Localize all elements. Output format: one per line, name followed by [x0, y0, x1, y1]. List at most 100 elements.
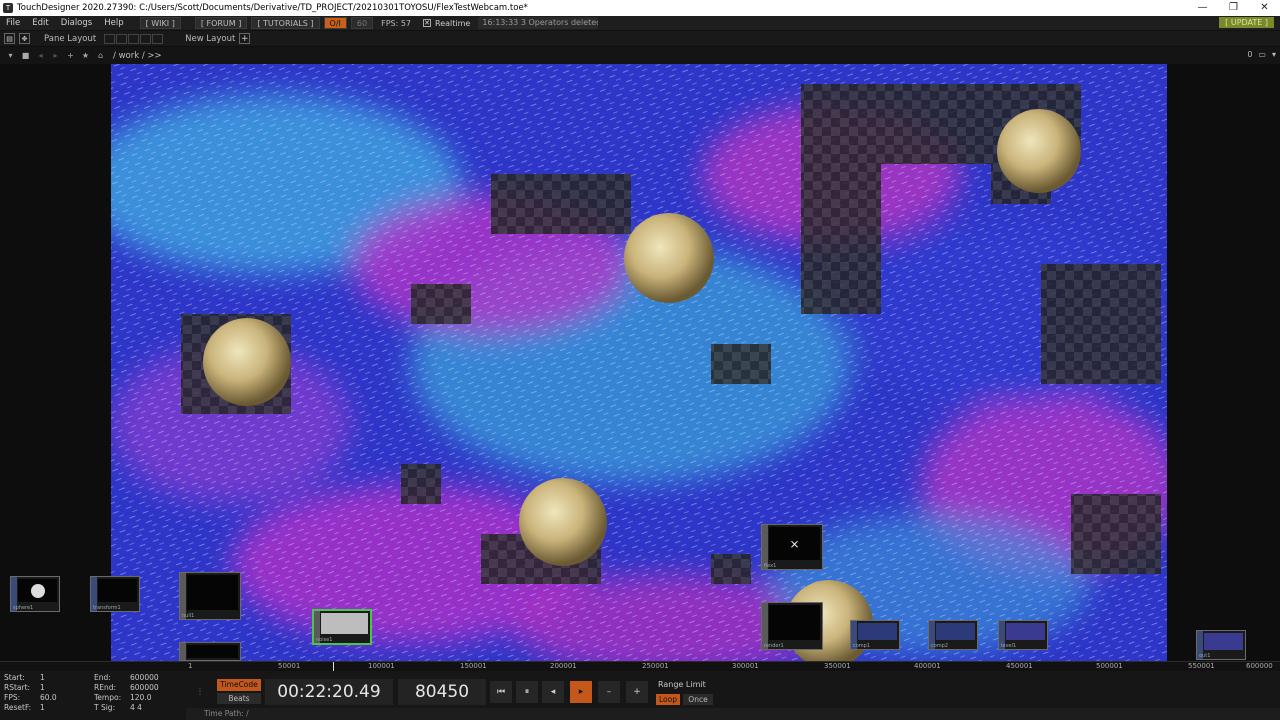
tsig-field[interactable]: 4 4: [130, 703, 180, 713]
timecode-mode-button[interactable]: TimeCode: [217, 679, 261, 691]
menu-bar: File Edit Dialogs Help [ WIKI ] [ FORUM …: [0, 16, 1280, 31]
node-out1[interactable]: out1: [1196, 630, 1246, 660]
forward-icon[interactable]: ▸: [51, 51, 60, 60]
layout-split-v-icon[interactable]: [128, 33, 140, 44]
layout-grid-icon[interactable]: [152, 33, 164, 44]
window-controls: — ❐ ✕: [1187, 0, 1280, 16]
ruler-tick: 350001: [824, 662, 851, 670]
pane-menu-icon[interactable]: ▾: [6, 51, 15, 60]
forum-button[interactable]: [ FORUM ]: [194, 17, 248, 29]
timecode-display[interactable]: 00:22:20.49: [265, 679, 393, 705]
rend-label: REnd:: [94, 683, 116, 692]
fps-field[interactable]: 60.0: [40, 693, 90, 703]
fps-cap-button[interactable]: 60: [350, 17, 374, 29]
bookmark-star-icon[interactable]: ★: [81, 51, 90, 60]
node-comp2[interactable]: comp2: [928, 620, 978, 650]
start-field[interactable]: 1: [40, 673, 90, 683]
rend-field[interactable]: 600000: [130, 683, 180, 693]
title-bar: T TouchDesigner 2020.27390: C:/Users/Sco…: [0, 0, 1280, 16]
back-icon[interactable]: ◂: [36, 51, 45, 60]
pause-button[interactable]: ⏸: [516, 681, 538, 703]
rstart-label: RStart:: [4, 683, 31, 692]
layout-quad-icon[interactable]: [140, 33, 152, 44]
loop-button[interactable]: Loop: [656, 694, 680, 705]
home-icon[interactable]: ⌂: [96, 51, 105, 60]
beats-mode-button[interactable]: Beats: [217, 693, 261, 704]
stop-icon[interactable]: ■: [21, 51, 30, 60]
start-label: Start:: [4, 673, 25, 682]
wiki-button[interactable]: [ WIKI ]: [139, 17, 181, 29]
pane-layout-label: Pane Layout: [44, 33, 97, 44]
node-flex1[interactable]: ⨯ flex1: [761, 524, 823, 570]
oi-toggle-button[interactable]: O/I: [323, 17, 347, 29]
node-label: noise1: [316, 637, 333, 643]
network-path[interactable]: / work / >>: [113, 51, 162, 61]
reset-field[interactable]: 1: [40, 703, 90, 713]
realtime-checkbox[interactable]: ✕: [423, 19, 432, 27]
play-button[interactable]: ▸: [570, 681, 592, 703]
node-sphere1[interactable]: sphere1: [10, 576, 60, 612]
tutorials-button[interactable]: [ TUTORIALS ]: [251, 17, 320, 29]
pane-bar: ▤ ✥ Pane Layout New Layout +: [0, 31, 1280, 47]
range-limit-label: Range Limit: [658, 680, 706, 689]
time-path-field[interactable]: Time Path: /: [186, 708, 1280, 720]
fps-label: FPS:: [4, 693, 21, 702]
layout-single-icon[interactable]: [104, 33, 116, 44]
timeline-ruler[interactable]: 1 50001 100001 150001 200001 250001 3000…: [0, 661, 1280, 671]
add-layout-button[interactable]: +: [239, 33, 251, 44]
pane-options-icon[interactable]: ▾: [1272, 50, 1276, 59]
add-icon[interactable]: +: [66, 51, 75, 60]
end-field[interactable]: 600000: [130, 673, 180, 683]
tsig-label: T Sig:: [94, 703, 116, 712]
step-back-button[interactable]: ◂: [542, 681, 564, 703]
node-noise1[interactable]: noise1: [312, 609, 372, 645]
fps-readout: FPS: 57: [381, 18, 412, 28]
tempo-label: Tempo:: [94, 693, 122, 702]
ruler-tick: 100001: [368, 662, 395, 670]
error-count: 0: [1247, 50, 1253, 59]
node-comp1[interactable]: comp1: [850, 620, 900, 650]
update-button[interactable]: [ UPDATE ]: [1219, 17, 1274, 28]
ruler-tick: 550001: [1188, 662, 1215, 670]
rewind-button[interactable]: ⏮: [490, 681, 512, 703]
node-transform1[interactable]: transform1: [90, 576, 140, 612]
once-button[interactable]: Once: [683, 694, 713, 705]
node-null1[interactable]: null1: [179, 572, 241, 620]
node-null2[interactable]: null2: [179, 642, 241, 661]
frame-display[interactable]: 80450: [398, 679, 486, 705]
node-label: render1: [764, 643, 784, 649]
maximize-pane-icon[interactable]: ▭: [1258, 50, 1266, 59]
node-label: comp2: [931, 643, 949, 649]
reset-label: ResetF:: [4, 703, 32, 712]
node-label: flex1: [764, 563, 777, 569]
status-message: 16:13:33 3 Operators deleted.: [478, 17, 599, 29]
end-label: End:: [94, 673, 111, 682]
menu-help[interactable]: Help: [98, 18, 129, 28]
timeline-collapse-icon[interactable]: ⋮: [196, 687, 204, 696]
pane-layout-options: [104, 33, 164, 44]
node-level1[interactable]: level1: [998, 620, 1048, 650]
rstart-field[interactable]: 1: [40, 683, 90, 693]
step-minus-button[interactable]: –: [598, 681, 620, 703]
playhead[interactable]: [333, 662, 334, 671]
menu-edit[interactable]: Edit: [26, 18, 54, 28]
node-label: transform1: [93, 605, 121, 611]
new-layout-label: New Layout: [185, 33, 236, 44]
path-bar: ▾ ■ ◂ ▸ + ★ ⌂ / work / >> 0 ▭ ▾: [0, 47, 1280, 64]
menu-file[interactable]: File: [0, 18, 26, 28]
minimize-button[interactable]: —: [1187, 0, 1218, 16]
tempo-field[interactable]: 120.0: [130, 693, 180, 703]
ruler-tick: 250001: [642, 662, 669, 670]
ruler-tick: 500001: [1096, 662, 1123, 670]
ruler-tick: 400001: [914, 662, 941, 670]
restore-button[interactable]: ❐: [1218, 0, 1249, 16]
ruler-tick: 50001: [278, 662, 301, 670]
menu-dialogs[interactable]: Dialogs: [55, 18, 99, 28]
step-plus-button[interactable]: +: [626, 681, 648, 703]
node-render1[interactable]: render1: [761, 602, 823, 650]
pane-move-icon[interactable]: ✥: [19, 33, 30, 44]
pane-split-icon[interactable]: ▤: [4, 33, 15, 44]
network-editor[interactable]: sphere1 transform1 null1 null2 noise1 ⨯ …: [0, 64, 1280, 661]
close-button[interactable]: ✕: [1249, 0, 1280, 16]
layout-split-h-icon[interactable]: [116, 33, 128, 44]
